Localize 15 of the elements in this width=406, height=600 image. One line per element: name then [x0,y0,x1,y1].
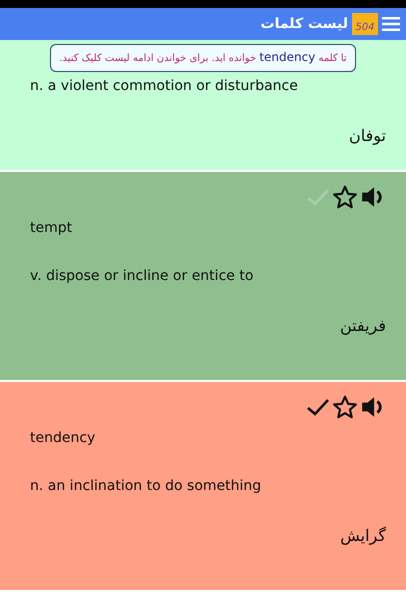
menu-icon[interactable] [382,17,400,31]
word-text: tendency [30,430,96,446]
app-title: لیست کلمات [260,16,348,32]
word-text: tempt [30,220,74,236]
meaning-text: توفان [348,126,386,145]
definition-text: v. dispose or incline or entice to [30,268,254,284]
meaning-text: گرایش [339,526,386,545]
app-logo: 504 [352,13,378,35]
star-icon[interactable] [332,184,358,210]
definition-text: n. an inclination to do something [30,478,262,494]
check-icon[interactable] [306,187,330,207]
star-icon[interactable] [332,394,358,420]
definition-text: n. a violent commotion or disturbance [30,78,299,94]
check-icon[interactable] [306,397,330,417]
meaning-text: فریفتن [338,316,386,335]
